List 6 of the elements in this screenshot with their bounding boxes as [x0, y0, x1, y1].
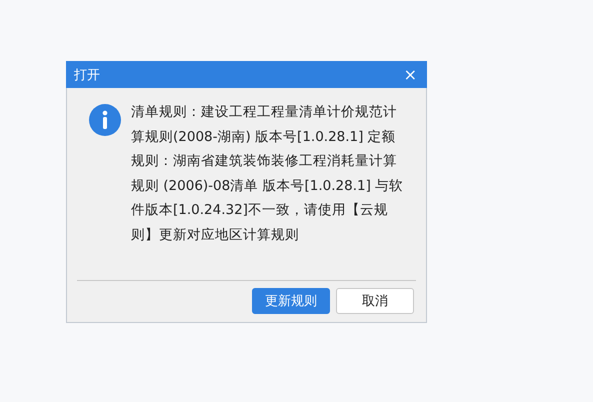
window-title: 打开: [74, 66, 100, 84]
update-rules-button[interactable]: 更新规则: [252, 288, 330, 314]
message-text: 清单规则：建设工程工程量清单计价规范计算规则(2008-湖南) 版本号[1.0.28.1] 定额规则：湖南省建筑装饰装修工程消耗量计算规则 (2006)-08清单 版本号[1.0.28.1] 与软件版本[1.0.24.32]不一致，请使用【云规则】更新对应地区计算规则: [131, 103, 404, 244]
close-button[interactable]: ×: [402, 65, 419, 84]
info-icon: [89, 104, 121, 136]
cancel-button[interactable]: 取消: [336, 288, 414, 314]
